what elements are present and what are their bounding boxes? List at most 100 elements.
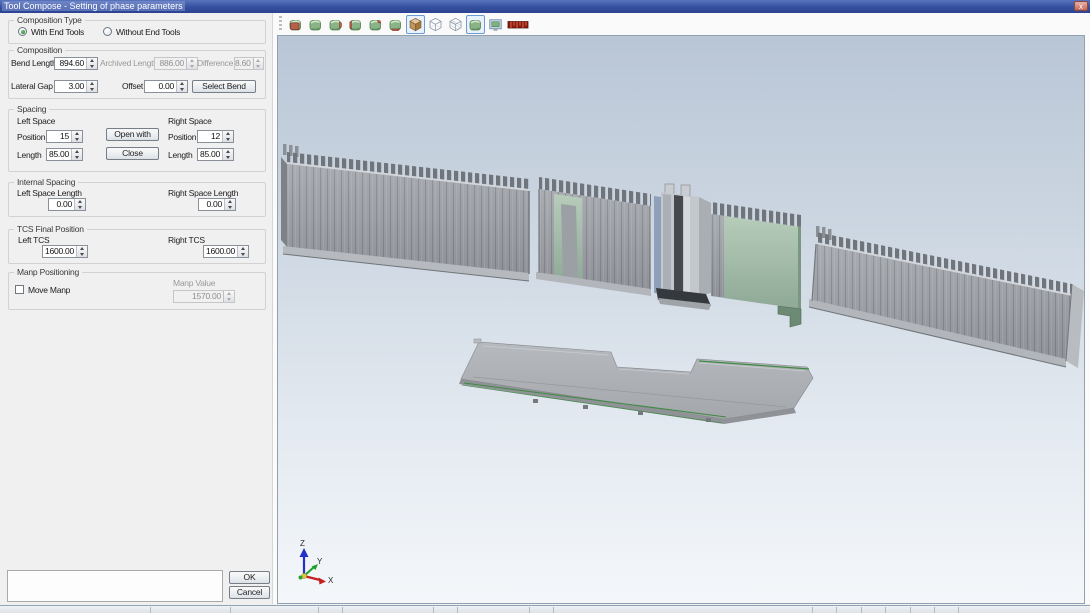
composition-group-title: Composition xyxy=(14,45,65,55)
spin-up-icon[interactable] xyxy=(228,200,232,203)
spin-down-icon[interactable] xyxy=(180,88,184,91)
move-manp-checkbox[interactable] xyxy=(15,285,24,294)
status-separator xyxy=(934,607,935,613)
shaded-edges-view-icon[interactable] xyxy=(326,15,345,34)
right-space-title: Right Space xyxy=(168,117,212,126)
spin-down-icon[interactable] xyxy=(80,253,84,256)
with-end-tools-radio[interactable] xyxy=(18,27,27,36)
right-length-spinner[interactable]: 85.00 xyxy=(197,148,234,161)
message-box[interactable] xyxy=(7,570,223,602)
with-end-tools-label: With End Tools xyxy=(31,28,84,37)
spinner-arrows[interactable] xyxy=(222,149,233,160)
wireframe-view-icon[interactable] xyxy=(426,15,445,34)
spin-down-icon[interactable] xyxy=(226,156,230,159)
spinner-arrows xyxy=(253,58,263,69)
spin-up-icon[interactable] xyxy=(90,59,94,62)
spacing-group-title: Spacing xyxy=(14,104,49,114)
scene-3d: Z Y X xyxy=(278,36,1084,603)
open-with-button[interactable]: Open with xyxy=(106,128,159,141)
spinner-arrows[interactable] xyxy=(71,131,82,142)
spin-down-icon[interactable] xyxy=(75,138,79,141)
spinner-arrows[interactable] xyxy=(71,149,82,160)
close-button[interactable]: x xyxy=(1074,1,1088,11)
select-bend-button[interactable]: Select Bend xyxy=(192,80,256,93)
spinner-arrows[interactable] xyxy=(86,58,97,69)
close-icon: x xyxy=(1079,2,1083,11)
spinner-arrows[interactable] xyxy=(74,199,85,210)
status-separator xyxy=(457,607,458,613)
view-toolbar xyxy=(273,13,1090,35)
spin-up-icon[interactable] xyxy=(226,132,230,135)
smooth-shaded-view-icon[interactable] xyxy=(386,15,405,34)
shaded-left-edge-view-icon[interactable] xyxy=(346,15,365,34)
solid-box-view-icon[interactable] xyxy=(286,15,305,34)
status-separator xyxy=(910,607,911,613)
bounding-box-view-icon[interactable] xyxy=(406,15,425,34)
without-end-tools-radio[interactable] xyxy=(103,27,112,36)
difference-value: 8.60 xyxy=(235,58,253,69)
spinner-arrows xyxy=(223,291,234,302)
spin-down-icon[interactable] xyxy=(226,138,230,141)
left-position-value: 15 xyxy=(47,131,71,142)
spin-down-icon[interactable] xyxy=(241,253,245,256)
right-space-length-spinner[interactable]: 0.00 xyxy=(198,198,236,211)
spinner-arrows[interactable] xyxy=(224,199,235,210)
measure-tool-icon[interactable] xyxy=(506,15,530,34)
left-tcs-spinner[interactable]: 1600.00 xyxy=(42,245,88,258)
left-tcs-value: 1600.00 xyxy=(43,246,76,257)
spinner-arrows[interactable] xyxy=(76,246,87,257)
spin-down-icon[interactable] xyxy=(228,206,232,209)
left-space-length-spinner[interactable]: 0.00 xyxy=(48,198,86,211)
right-length-value: 85.00 xyxy=(198,149,222,160)
spin-up-icon[interactable] xyxy=(75,150,79,153)
status-separator xyxy=(836,607,837,613)
right-space-length-label: Right Space Length xyxy=(168,189,238,198)
toolbar-grip[interactable] xyxy=(279,16,282,32)
spinner-arrows[interactable] xyxy=(237,246,248,257)
internal-spacing-group-title: Internal Spacing xyxy=(14,177,78,187)
spin-up-icon[interactable] xyxy=(241,247,245,250)
left-position-spinner[interactable]: 15 xyxy=(46,130,83,143)
manp-value-spinner: 1570.00 xyxy=(173,290,235,303)
offset-label: Offset xyxy=(122,82,143,91)
shaded-cube-view-icon[interactable] xyxy=(466,15,485,34)
spinner-arrows[interactable] xyxy=(176,81,187,92)
spin-up-icon xyxy=(227,292,231,295)
right-tcs-spinner[interactable]: 1600.00 xyxy=(203,245,249,258)
shaded-top-view-icon[interactable] xyxy=(366,15,385,34)
lateral-gap-spinner[interactable]: 3.00 xyxy=(54,80,98,93)
hidden-line-view-icon[interactable] xyxy=(446,15,465,34)
spin-down-icon[interactable] xyxy=(90,65,94,68)
spin-up-icon[interactable] xyxy=(90,82,94,85)
center-tool-part[interactable] xyxy=(654,184,711,310)
spin-up-icon[interactable] xyxy=(75,132,79,135)
spin-down-icon[interactable] xyxy=(75,156,79,159)
difference-spinner: 8.60 xyxy=(234,57,264,70)
spin-up-icon[interactable] xyxy=(78,200,82,203)
left-length-spinner[interactable]: 85.00 xyxy=(46,148,83,161)
spin-down-icon[interactable] xyxy=(78,206,82,209)
right-tcs-value: 1600.00 xyxy=(204,246,237,257)
left-space-length-value: 0.00 xyxy=(49,199,74,210)
spinner-arrows[interactable] xyxy=(222,131,233,142)
radio-dot-icon xyxy=(21,30,25,34)
close-button-spacing[interactable]: Close xyxy=(106,147,159,160)
spin-up-icon[interactable] xyxy=(180,82,184,85)
right-position-spinner[interactable]: 12 xyxy=(197,130,234,143)
offset-spinner[interactable]: 0.00 xyxy=(144,80,188,93)
spin-up-icon[interactable] xyxy=(80,247,84,250)
viewport-3d[interactable]: Z Y X xyxy=(277,35,1085,604)
fit-view-icon[interactable] xyxy=(486,15,505,34)
status-separator xyxy=(230,607,231,613)
spin-down-icon xyxy=(256,65,260,68)
shaded-view-icon[interactable] xyxy=(306,15,325,34)
spinner-arrows[interactable] xyxy=(86,81,97,92)
viewer-area: Z Y X xyxy=(273,13,1090,604)
title-bar: Tool Compose - Setting of phase paramete… xyxy=(0,0,1090,13)
cancel-button[interactable]: Cancel xyxy=(229,586,270,599)
ok-button[interactable]: OK xyxy=(229,571,270,584)
lateral-gap-label: Lateral Gap xyxy=(11,82,53,91)
bend-length-spinner[interactable]: 894.60 xyxy=(54,57,98,70)
spin-up-icon[interactable] xyxy=(226,150,230,153)
spin-down-icon[interactable] xyxy=(90,88,94,91)
